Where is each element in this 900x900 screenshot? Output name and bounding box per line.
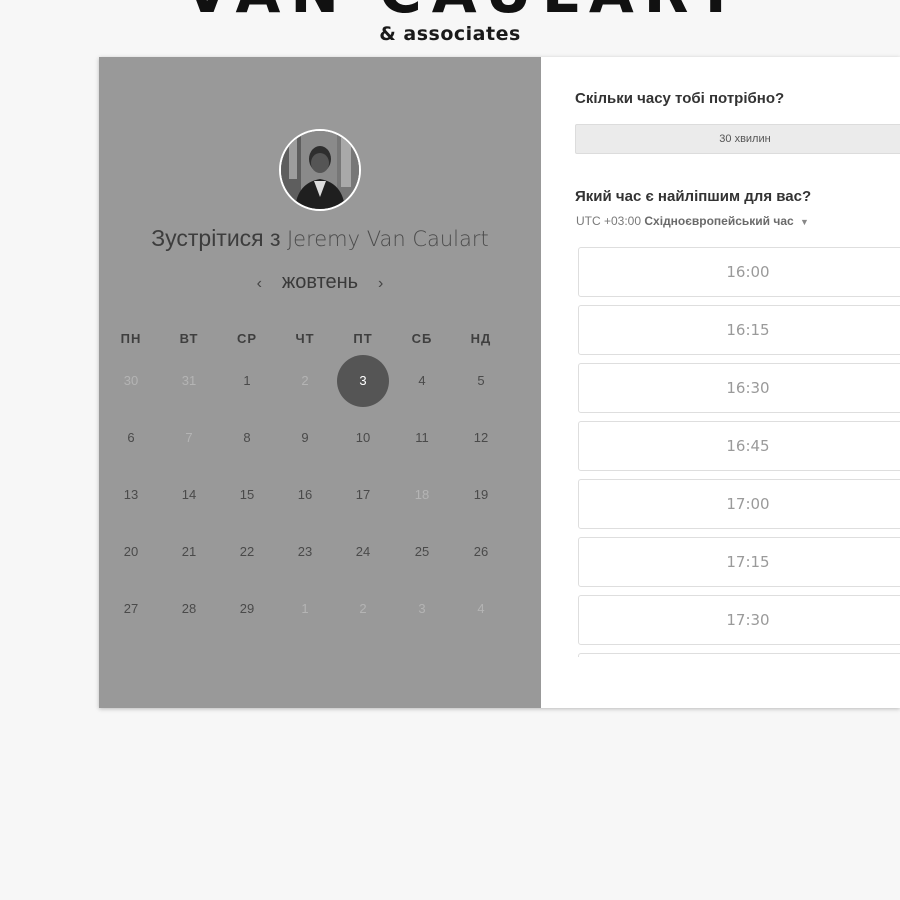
month-navigation: ‹ жовтень › bbox=[99, 271, 541, 294]
time-panel: Скільки часу тобі потрібно? 30 хвилин Як… bbox=[541, 57, 900, 708]
calendar-day[interactable]: 28 bbox=[169, 589, 209, 629]
month-label: жовтень bbox=[281, 271, 359, 293]
weekday-label: СР bbox=[236, 331, 258, 346]
weekday-label: НД bbox=[470, 331, 492, 346]
brand-subtitle: & associates bbox=[379, 23, 521, 45]
duration-option[interactable]: 30 хвилин bbox=[575, 124, 900, 154]
calendar-day[interactable]: 22 bbox=[227, 532, 267, 572]
meeting-title-prefix: Зустрітися з bbox=[151, 225, 281, 251]
calendar-day[interactable]: 21 bbox=[169, 532, 209, 572]
calendar-day: 2 bbox=[359, 601, 367, 616]
time-slot[interactable]: 16:15 bbox=[578, 305, 900, 355]
time-question: Який час є найліпшим для вас? bbox=[575, 188, 812, 205]
weekday-label: СБ bbox=[411, 331, 433, 346]
chevron-right-icon[interactable]: › bbox=[370, 275, 392, 293]
scheduler-widget: Зустрітися з Jeremy Van Caulart ‹ жовтен… bbox=[99, 57, 900, 708]
calendar-day: 31 bbox=[181, 373, 197, 388]
calendar-day: 18 bbox=[414, 487, 430, 502]
calendar-day[interactable]: 23 bbox=[285, 532, 325, 572]
host-name: Jeremy Van Caulart bbox=[286, 227, 489, 251]
calendar-week: 20 21 22 23 24 25 26 bbox=[101, 532, 541, 589]
calendar-week: 30 31 1 2 3 4 5 bbox=[101, 355, 541, 418]
duration-question: Скільки часу тобі потрібно? bbox=[575, 90, 785, 107]
calendar-day: 2 bbox=[301, 373, 309, 388]
calendar-day[interactable]: 15 bbox=[227, 475, 267, 515]
time-slot[interactable]: 16:45 bbox=[578, 421, 900, 471]
time-slot[interactable]: 16:30 bbox=[578, 363, 900, 413]
weekday-label: ЧТ bbox=[295, 331, 315, 346]
calendar-week: 13 14 15 16 17 18 19 bbox=[101, 475, 541, 532]
calendar-day: 30 bbox=[123, 373, 139, 388]
chevron-left-icon[interactable]: ‹ bbox=[248, 275, 270, 293]
time-slot-list: 16:00 16:15 16:30 16:45 17:00 17:15 17:30 bbox=[578, 247, 900, 657]
weekday-header: ПН ВТ СР ЧТ ПТ СБ НД bbox=[101, 319, 541, 361]
timezone-selector[interactable]: UTC +03:00 Східноєвропейський час ▼ bbox=[576, 214, 809, 228]
calendar-day[interactable]: 27 bbox=[111, 589, 151, 629]
calendar-day[interactable]: 16 bbox=[285, 475, 325, 515]
calendar-day[interactable]: 17 bbox=[343, 475, 383, 515]
calendar-day[interactable]: 20 bbox=[111, 532, 151, 572]
calendar-day[interactable]: 6 bbox=[111, 418, 151, 458]
timezone-name: Східноєвропейський час bbox=[644, 214, 794, 228]
calendar-grid: ПН ВТ СР ЧТ ПТ СБ НД 30 31 1 2 3 4 5 6 7 8 9 10 11 12 13 14 15 1… bbox=[101, 319, 541, 646]
calendar-day[interactable]: 25 bbox=[402, 532, 442, 572]
calendar-day[interactable]: 14 bbox=[169, 475, 209, 515]
calendar-day[interactable]: 5 bbox=[461, 361, 501, 401]
timezone-offset: UTC +03:00 bbox=[576, 214, 642, 228]
calendar-day[interactable]: 19 bbox=[461, 475, 501, 515]
calendar-day: 1 bbox=[301, 601, 309, 616]
calendar-day[interactable]: 4 bbox=[402, 361, 442, 401]
calendar-day[interactable]: 8 bbox=[227, 418, 267, 458]
calendar-day[interactable]: 29 bbox=[227, 589, 267, 629]
calendar-day: 4 bbox=[477, 601, 485, 616]
calendar-day[interactable]: 26 bbox=[461, 532, 501, 572]
time-slot[interactable]: 16:00 bbox=[578, 247, 900, 297]
calendar-panel: Зустрітися з Jeremy Van Caulart ‹ жовтен… bbox=[99, 57, 541, 708]
weekday-label: ПН bbox=[120, 331, 142, 346]
calendar-day[interactable]: 24 bbox=[343, 532, 383, 572]
selected-day[interactable]: 3 bbox=[337, 355, 389, 407]
time-slot[interactable]: 17:00 bbox=[578, 479, 900, 529]
avatar bbox=[279, 129, 361, 211]
caret-down-icon: ▼ bbox=[800, 217, 809, 227]
calendar-day[interactable]: 12 bbox=[461, 418, 501, 458]
brand-header: VAN CAULART & associates bbox=[0, 0, 900, 45]
weekday-label: ПТ bbox=[353, 331, 373, 346]
brand-logo: VAN CAULART bbox=[0, 0, 900, 14]
avatar-photo bbox=[281, 131, 359, 209]
time-slot[interactable]: 17:30 bbox=[578, 595, 900, 645]
weekday-label: ВТ bbox=[179, 331, 199, 346]
meeting-title: Зустрітися з Jeremy Van Caulart bbox=[99, 225, 541, 252]
time-slot[interactable] bbox=[578, 653, 900, 657]
calendar-week: 27 28 29 1 2 3 4 bbox=[101, 589, 541, 646]
calendar-day[interactable]: 10 bbox=[343, 418, 383, 458]
calendar-day: 7 bbox=[185, 430, 193, 445]
calendar-week: 6 7 8 9 10 11 12 bbox=[101, 418, 541, 475]
calendar-day[interactable]: 1 bbox=[227, 361, 267, 401]
calendar-day[interactable]: 13 bbox=[111, 475, 151, 515]
time-slot[interactable]: 17:15 bbox=[578, 537, 900, 587]
calendar-day: 3 bbox=[418, 601, 426, 616]
calendar-day[interactable]: 11 bbox=[402, 418, 442, 458]
calendar-day[interactable]: 9 bbox=[285, 418, 325, 458]
